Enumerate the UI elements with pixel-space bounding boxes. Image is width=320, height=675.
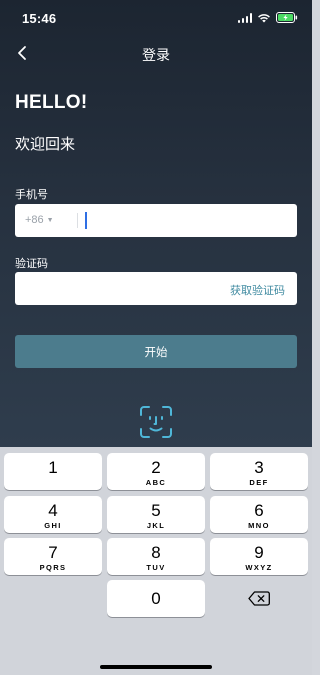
signal-icon bbox=[237, 12, 252, 23]
verification-code-input[interactable]: 获取验证码 bbox=[15, 272, 297, 305]
key-2[interactable]: 2 ABC bbox=[107, 453, 205, 490]
key-letters: WXYZ bbox=[245, 563, 273, 572]
key-number: 2 bbox=[151, 458, 161, 477]
page-title: 登录 bbox=[142, 47, 170, 63]
status-bar: 15:46 bbox=[0, 0, 312, 36]
caret-down-icon: ▼ bbox=[46, 216, 54, 224]
get-code-button[interactable]: 获取验证码 bbox=[230, 282, 285, 298]
key-7[interactable]: 7 PQRS bbox=[4, 538, 102, 575]
text-cursor bbox=[85, 212, 87, 229]
field-divider bbox=[77, 213, 78, 228]
start-button[interactable]: 开始 bbox=[15, 335, 297, 368]
phone-label: 手机号 bbox=[15, 189, 48, 201]
key-number: 8 bbox=[151, 543, 161, 562]
key-letters: GHI bbox=[44, 521, 62, 530]
key-letters: ABC bbox=[145, 478, 167, 487]
welcome-text: 欢迎回来 bbox=[15, 136, 76, 153]
key-number: 7 bbox=[48, 543, 58, 562]
country-code-value: +86 bbox=[25, 214, 44, 226]
login-screen: 15:46 登录 HELLO! 欢迎回来 手机号 +86 ▼ 验证码 获取验证码… bbox=[0, 0, 312, 447]
status-icons bbox=[237, 12, 299, 23]
delete-key[interactable] bbox=[236, 580, 282, 617]
key-number: 6 bbox=[254, 501, 264, 520]
navigation-bar: 登录 bbox=[0, 38, 312, 68]
phone-input[interactable]: +86 ▼ bbox=[15, 204, 297, 237]
key-letters: DEF bbox=[249, 478, 269, 487]
key-letters: JKL bbox=[146, 521, 166, 530]
key-8[interactable]: 8 TUV bbox=[107, 538, 205, 575]
key-4[interactable]: 4 GHI bbox=[4, 496, 102, 533]
key-number: 4 bbox=[48, 501, 58, 520]
hello-heading: HELLO! bbox=[15, 92, 88, 113]
key-number: 5 bbox=[151, 501, 161, 520]
key-9[interactable]: 9 WXYZ bbox=[210, 538, 308, 575]
backspace-icon bbox=[248, 591, 270, 606]
home-indicator[interactable] bbox=[100, 665, 212, 669]
battery-charging-icon bbox=[276, 12, 298, 23]
key-number: 9 bbox=[254, 543, 264, 562]
key-number: 0 bbox=[151, 589, 161, 608]
code-label: 验证码 bbox=[15, 258, 48, 270]
key-1[interactable]: 1 bbox=[4, 453, 102, 490]
key-letters: PQRS bbox=[39, 563, 67, 572]
key-letters: TUV bbox=[146, 563, 166, 572]
numeric-keypad: 1 2 ABC 3 DEF 4 GHI 5 JKL 6 MNO 7 PQRS 8… bbox=[0, 447, 312, 675]
key-6[interactable]: 6 MNO bbox=[210, 496, 308, 533]
country-code-selector[interactable]: +86 ▼ bbox=[25, 214, 54, 226]
wifi-icon bbox=[257, 13, 271, 23]
key-number: 3 bbox=[254, 458, 264, 477]
face-id-icon[interactable] bbox=[139, 405, 173, 439]
key-number: 1 bbox=[48, 458, 58, 477]
key-letters: MNO bbox=[248, 521, 270, 530]
key-5[interactable]: 5 JKL bbox=[107, 496, 205, 533]
key-3[interactable]: 3 DEF bbox=[210, 453, 308, 490]
status-time: 15:46 bbox=[22, 11, 57, 26]
key-0[interactable]: 0 bbox=[107, 580, 205, 617]
